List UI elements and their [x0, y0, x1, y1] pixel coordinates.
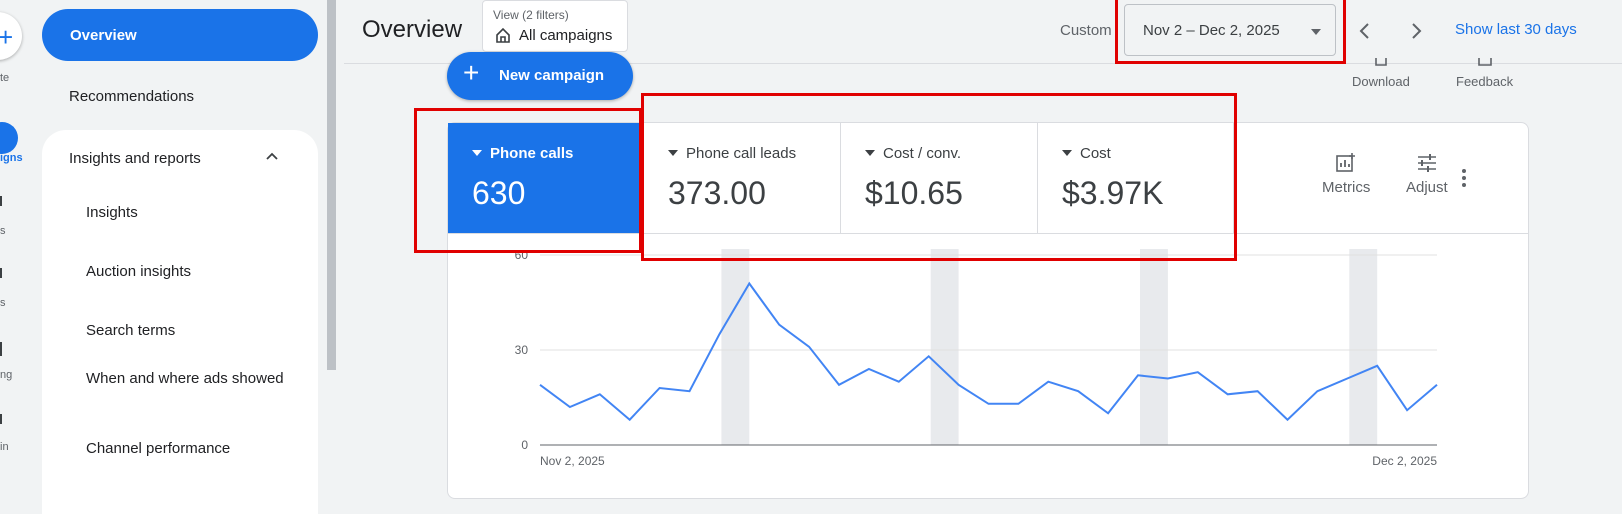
left-rail: + te igns s s ng in	[0, 0, 36, 514]
nav-item-overview[interactable]: Overview	[42, 9, 318, 61]
chevron-right-icon[interactable]	[1407, 20, 1425, 42]
nav-item-channel-performance[interactable]: Channel performance	[86, 438, 286, 459]
feedback-label: Feedback	[1456, 74, 1514, 89]
adjust-icon	[1417, 154, 1436, 172]
metric-name-phone-calls: Phone calls	[472, 145, 573, 162]
download-label: Download	[1352, 74, 1410, 89]
metric-name-text: Phone calls	[490, 145, 574, 162]
metrics-button[interactable]: Metrics	[1322, 153, 1370, 196]
weekend-band	[1349, 249, 1378, 445]
weekend-bands	[721, 249, 1378, 445]
feedback-icon	[1477, 58, 1492, 66]
view-filter-selector[interactable]: View (2 filters) All campaigns	[482, 0, 628, 52]
metric-name-text: Cost / conv.	[883, 145, 962, 162]
rail-item-label-2[interactable]: s	[0, 297, 6, 309]
rail-create-label: te	[0, 72, 10, 84]
y-tick-label: 60	[515, 248, 529, 262]
insights-reports-section: Insights and reports Insights Auction in…	[42, 130, 318, 514]
dropdown-caret-icon	[865, 150, 875, 156]
nav-item-auction-insights[interactable]: Auction insights	[86, 261, 286, 282]
metric-name-text: Cost	[1080, 145, 1111, 162]
adjust-button[interactable]: Adjust	[1406, 153, 1448, 196]
plus-icon: +	[463, 57, 480, 88]
metric-name-phone-call-leads: Phone call leads	[668, 145, 796, 162]
metrics-label: Metrics	[1322, 179, 1371, 196]
phone-calls-line-chart: 0 30 60 Nov 2, 2025 Dec 2, 2025	[515, 248, 1438, 468]
nav-item-recommendations[interactable]: Recommendations	[69, 88, 194, 105]
chart-tools-area	[1234, 123, 1529, 234]
chevron-up-icon[interactable]	[266, 150, 278, 162]
date-range-value: Nov 2 – Dec 2, 2025	[1143, 22, 1280, 39]
metrics-icon	[1336, 153, 1356, 172]
rail-item-label-4[interactable]: in	[0, 441, 9, 453]
new-campaign-button[interactable]: + New campaign	[447, 52, 633, 100]
metric-tile-phone-call-leads[interactable]: Phone call leads 373.00	[644, 123, 841, 234]
nav-group-insights-reports[interactable]: Insights and reports	[69, 150, 201, 167]
rail-campaigns-label[interactable]: igns	[0, 152, 23, 164]
download-button[interactable]: Download	[1352, 56, 1410, 89]
chevron-left-icon[interactable]	[1356, 20, 1374, 42]
view-filter-label: View (2 filters)	[493, 8, 569, 22]
download-icon	[1375, 58, 1387, 66]
rail-item-label-3[interactable]: ng	[0, 369, 12, 381]
page-title: Overview	[362, 16, 463, 43]
x-axis-start-label: Nov 2, 2025	[540, 454, 605, 468]
metric-value-phone-calls: 630	[472, 175, 526, 211]
nav-item-when-where-ads[interactable]: When and where ads showed	[86, 368, 286, 389]
dropdown-caret-icon	[1062, 150, 1072, 156]
metric-value-cost-per-conv: $10.65	[865, 175, 963, 211]
metric-value-phone-call-leads: 373.00	[668, 175, 766, 211]
home-icon	[496, 27, 510, 43]
weekend-band	[1140, 249, 1168, 445]
date-range-picker[interactable]: Nov 2 – Dec 2, 2025	[1124, 4, 1336, 56]
weekend-band	[721, 249, 750, 445]
metric-tile-phone-calls[interactable]: Phone calls 630	[448, 123, 644, 234]
dropdown-caret-icon	[668, 150, 678, 156]
nav-item-insights[interactable]: Insights	[86, 202, 286, 223]
goals-rail-icon[interactable]	[0, 196, 8, 206]
y-tick-label: 0	[521, 438, 528, 452]
metric-name-cost-per-conv: Cost / conv.	[865, 145, 961, 162]
sidenav-scrollbar[interactable]	[327, 0, 336, 370]
nav-item-search-terms[interactable]: Search terms	[86, 320, 286, 341]
dropdown-caret-icon	[472, 150, 482, 156]
metric-name-cost: Cost	[1062, 145, 1111, 162]
y-axis-ticks: 0 30 60	[515, 248, 529, 452]
plus-icon: +	[0, 22, 14, 52]
new-campaign-label: New campaign	[499, 67, 605, 84]
metric-name-text: Phone call leads	[686, 145, 797, 162]
more-vert-icon[interactable]	[1462, 169, 1468, 189]
adjust-label: Adjust	[1406, 179, 1448, 196]
tools-rail-icon[interactable]	[0, 268, 8, 278]
series-line-phone-calls	[539, 281, 1438, 422]
metric-tile-cost-per-conv[interactable]: Cost / conv. $10.65	[841, 123, 1038, 234]
billing-rail-icon[interactable]	[0, 342, 8, 356]
google-ads-overview: + te igns s s ng in Overview Recommendat…	[0, 0, 1622, 514]
view-filter-value: All campaigns	[519, 27, 613, 44]
admin-rail-icon[interactable]	[0, 414, 8, 424]
side-navigation: Overview Recommendations Insights and re…	[36, 0, 326, 514]
dropdown-caret-icon	[1311, 29, 1321, 35]
chart-gridlines	[540, 254, 1437, 446]
weekend-band	[930, 249, 959, 445]
date-range-type-label: Custom	[1060, 22, 1112, 39]
show-last-30-days-link[interactable]: Show last 30 days	[1455, 21, 1577, 38]
feedback-button[interactable]: Feedback	[1456, 56, 1513, 89]
x-axis-end-label: Dec 2, 2025	[1372, 454, 1437, 468]
metric-tile-cost[interactable]: Cost $3.97K	[1038, 123, 1234, 234]
y-tick-label: 30	[515, 343, 529, 357]
metric-value-cost: $3.97K	[1062, 175, 1164, 211]
campaigns-rail-icon[interactable]	[0, 122, 18, 154]
create-button[interactable]: +	[0, 12, 22, 60]
rail-item-label-1[interactable]: s	[0, 225, 6, 237]
